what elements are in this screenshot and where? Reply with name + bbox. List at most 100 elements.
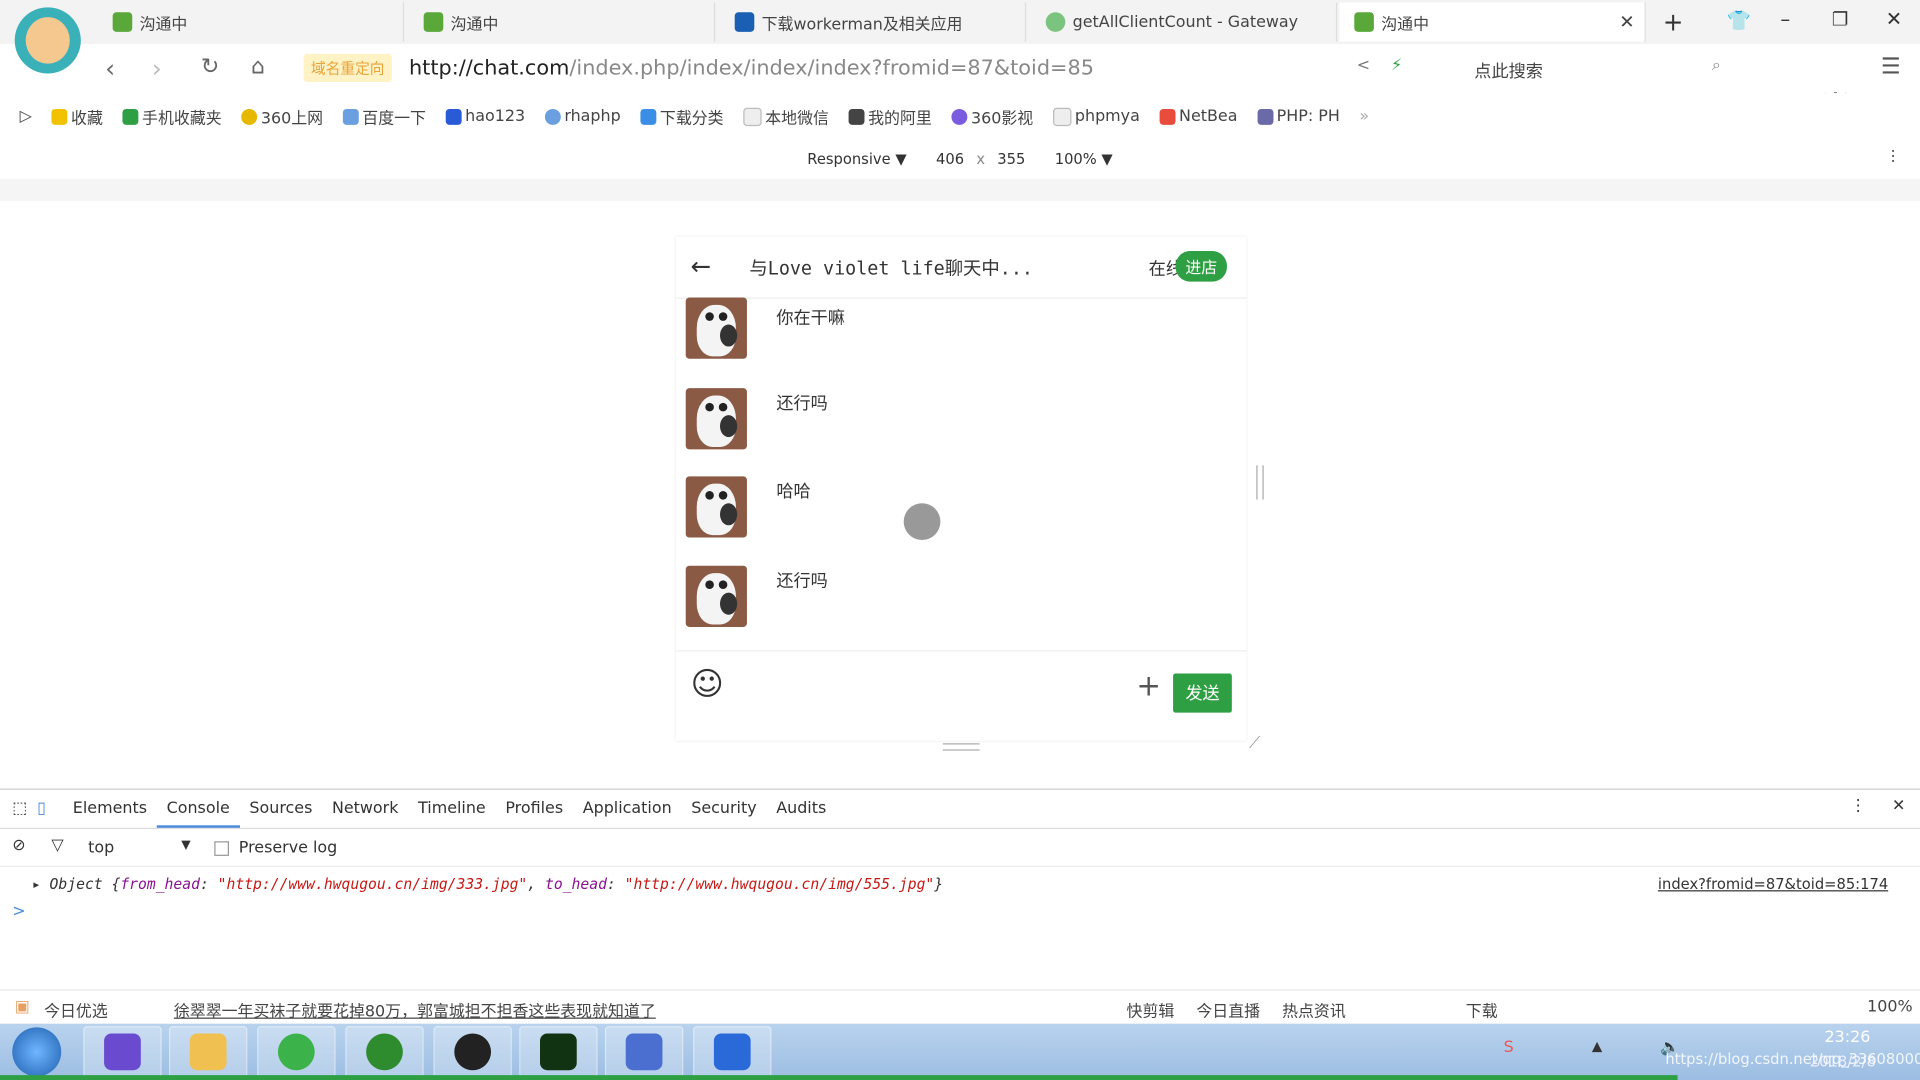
inspect-element-icon[interactable]: ⬚ (12, 800, 27, 818)
clear-console-icon[interactable]: ⊘ (12, 836, 25, 854)
bookmark[interactable]: 下载分类 (640, 105, 724, 128)
tab-elements[interactable]: Elements (63, 790, 157, 828)
console-prompt[interactable]: > (12, 902, 25, 920)
new-tab-icon[interactable]: + (1663, 7, 1684, 36)
sidebar-toggle-icon[interactable]: ▷ (20, 107, 32, 125)
download-link[interactable]: 下载 (1466, 998, 1498, 1021)
tab-audits[interactable]: Audits (766, 790, 836, 828)
taskbar-app[interactable] (345, 1026, 424, 1078)
search-icon[interactable]: ⌕ (1712, 56, 1721, 74)
close-tab-icon[interactable]: ✕ (1619, 11, 1634, 33)
viewport-height[interactable]: 355 (997, 151, 1025, 168)
sogou-tray-icon[interactable]: S (1504, 1038, 1514, 1056)
tab-security[interactable]: Security (681, 790, 766, 828)
filter-icon[interactable]: ▽ (51, 836, 63, 854)
tab-4[interactable]: getAllClientCount - Gateway (1031, 2, 1338, 42)
menu-icon[interactable]: ☰ (1881, 54, 1901, 80)
taskbar-browser[interactable] (257, 1026, 336, 1078)
devtools-menu-icon[interactable]: ⋮ (1850, 797, 1866, 815)
resize-corner-icon[interactable]: ⟋ (1249, 735, 1260, 753)
today-picks[interactable]: 今日优选 (44, 998, 108, 1021)
expand-triangle-icon[interactable]: ▸ (32, 876, 41, 893)
message-text: 还行吗 (776, 571, 828, 592)
enter-shop-button[interactable]: 进店 (1175, 251, 1227, 282)
tab-profiles[interactable]: Profiles (496, 790, 573, 828)
news-link[interactable]: 徐翠翠一年买袜子就要花掉80万，郭富城担不担香这些表现就知道了 (174, 998, 656, 1021)
taskbar-network[interactable] (604, 1026, 684, 1078)
bookmark[interactable]: phpmya (1052, 107, 1140, 126)
viewport-width[interactable]: 406 (936, 151, 964, 168)
more-options-icon[interactable]: ⋮ (1886, 147, 1901, 164)
more-bookmarks[interactable]: » (1359, 107, 1369, 125)
tab-timeline[interactable]: Timeline (408, 790, 495, 828)
bookmark[interactable]: 收藏 (51, 105, 103, 128)
taskbar-notes[interactable] (693, 1026, 772, 1078)
device-mode-select[interactable]: Responsive ▼ (807, 151, 906, 168)
start-button[interactable] (12, 1027, 62, 1077)
tab-1[interactable]: 沟通中 (98, 2, 405, 42)
bookmark[interactable]: 360影视 (951, 105, 1033, 128)
share-icon[interactable]: < (1357, 56, 1370, 74)
bookmark[interactable]: NetBea (1159, 107, 1237, 126)
taskbar-phpstorm[interactable] (83, 1026, 162, 1078)
dimension-separator: x (976, 150, 986, 168)
message-input[interactable] (749, 671, 1116, 713)
address-bar-row: ‹ › ↻ ⌂ 域名重定向 http://chat.com/index.php/… (0, 44, 1920, 133)
tab-console[interactable]: Console (156, 790, 240, 828)
message-item: 哈哈 (685, 476, 1225, 538)
reload-icon[interactable]: ↻ (201, 54, 219, 80)
quick-edit-link[interactable]: 快剪辑 (1127, 998, 1175, 1021)
preserve-log-checkbox[interactable] (214, 841, 229, 856)
emoji-icon[interactable]: ☺ (691, 666, 724, 703)
media-query-bar[interactable] (0, 178, 1920, 203)
url-input[interactable]: http://chat.com/index.php/index/index/in… (409, 56, 1094, 80)
bookmark[interactable]: hao123 (445, 107, 525, 126)
hot-news-link[interactable]: 热点资讯 (1282, 998, 1346, 1021)
bookmark[interactable]: 360上网 (241, 105, 323, 128)
tab-5-active[interactable]: 沟通中 ✕ (1339, 2, 1646, 42)
tab-3[interactable]: 下载workerman及相关应用 (720, 2, 1027, 42)
bookmark[interactable]: rhaphp (544, 107, 621, 126)
restore-icon[interactable]: ❐ (1832, 9, 1848, 31)
home-icon[interactable]: ⌂ (251, 54, 265, 80)
bookmark[interactable]: PHP: PH (1257, 107, 1340, 126)
page-zoom[interactable]: 100% (1867, 998, 1913, 1016)
forward-icon[interactable]: › (152, 54, 162, 83)
lightning-icon[interactable]: ⚡ (1391, 56, 1402, 74)
context-dropdown-icon[interactable]: ▼ (181, 839, 190, 852)
devtools-close-icon[interactable]: ✕ (1892, 797, 1905, 815)
clock-time[interactable]: 23:26 (1825, 1029, 1871, 1047)
taskbar-terminal[interactable] (519, 1026, 598, 1078)
browser-status-bar: ▣ 今日优选 徐翠翠一年买袜子就要花掉80万，郭富城担不担香这些表现就知道了 快… (0, 989, 1920, 1025)
chat-title: 与Love violet life聊天中... (749, 257, 1033, 280)
user-avatar[interactable] (14, 7, 81, 74)
tab-sources[interactable]: Sources (240, 790, 323, 828)
minimize-icon[interactable]: – (1780, 7, 1790, 30)
viewport-resize-handle-right[interactable] (1256, 465, 1264, 500)
skin-icon[interactable]: 👕 (1727, 9, 1751, 32)
console-log-entry[interactable]: ▸ Object {from_head: "http://www.hwqugou… (32, 876, 943, 893)
search-box[interactable]: 点此搜索 (1474, 59, 1543, 83)
close-window-icon[interactable]: ✕ (1886, 7, 1902, 30)
device-toggle-icon[interactable]: ▯ (37, 800, 46, 818)
live-link[interactable]: 今日直播 (1196, 998, 1260, 1021)
viewport-resize-handle-bottom[interactable] (942, 743, 980, 751)
log-source-link[interactable]: index?fromid=87&toid=85:174 (1658, 876, 1888, 893)
send-button[interactable]: 发送 (1173, 673, 1232, 713)
context-select[interactable]: top (88, 839, 114, 857)
tab-2[interactable]: 沟通中 (409, 2, 716, 42)
taskbar-explorer[interactable] (168, 1026, 248, 1078)
zoom-select[interactable]: 100% ▼ (1055, 151, 1113, 168)
tab-application[interactable]: Application (573, 790, 682, 828)
bookmark[interactable]: 手机收藏夹 (122, 105, 222, 128)
tab-network[interactable]: Network (322, 790, 408, 828)
csdn-watermark: https://blog.csdn.net/qq_33608000 (1665, 1050, 1920, 1068)
bookmark[interactable]: 我的阿里 (848, 105, 932, 128)
bookmark[interactable]: 本地微信 (743, 105, 829, 128)
back-icon[interactable]: ‹ (105, 54, 115, 83)
back-arrow-icon[interactable]: ← (691, 251, 712, 280)
bookmark[interactable]: 百度一下 (342, 105, 426, 128)
taskbar-obs[interactable] (433, 1026, 512, 1078)
tray-expand-icon[interactable]: ▲ (1592, 1038, 1602, 1054)
plus-icon[interactable]: + (1136, 669, 1161, 703)
